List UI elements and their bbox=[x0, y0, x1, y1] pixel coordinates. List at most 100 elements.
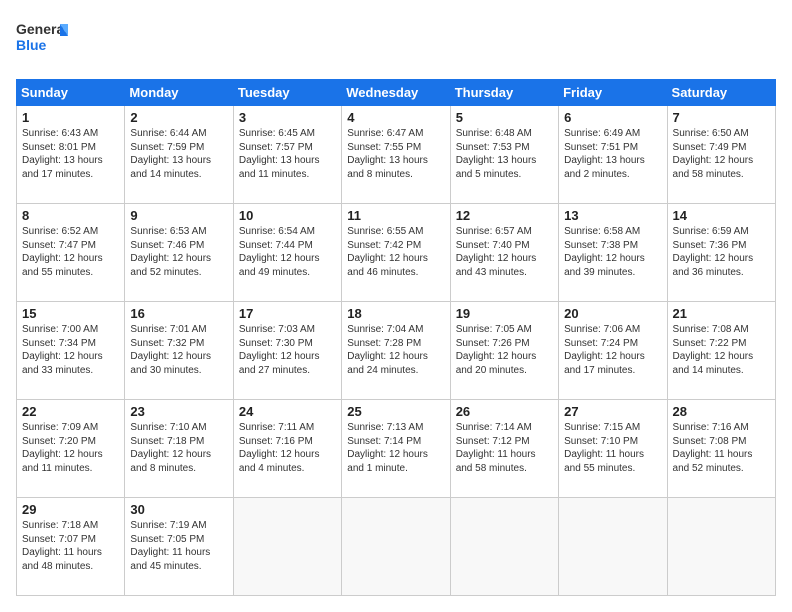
calendar-empty-cell bbox=[233, 498, 341, 596]
calendar-day-cell: 23 Sunrise: 7:10 AM Sunset: 7:18 PM Dayl… bbox=[125, 400, 233, 498]
daylight-label: Daylight: 11 hours and 45 minutes. bbox=[130, 547, 210, 572]
day-info: Sunrise: 7:03 AM Sunset: 7:30 PM Dayligh… bbox=[239, 323, 336, 377]
calendar-day-cell: 1 Sunrise: 6:43 AM Sunset: 8:01 PM Dayli… bbox=[17, 106, 125, 204]
calendar-day-cell: 17 Sunrise: 7:03 AM Sunset: 7:30 PM Dayl… bbox=[233, 302, 341, 400]
calendar-day-cell: 13 Sunrise: 6:58 AM Sunset: 7:38 PM Dayl… bbox=[559, 204, 667, 302]
daylight-label: Daylight: 12 hours and 49 minutes. bbox=[239, 253, 320, 278]
day-number: 12 bbox=[456, 208, 553, 223]
day-number: 13 bbox=[564, 208, 661, 223]
daylight-label: Daylight: 13 hours and 2 minutes. bbox=[564, 155, 645, 180]
day-info: Sunrise: 7:10 AM Sunset: 7:18 PM Dayligh… bbox=[130, 421, 227, 475]
day-number: 21 bbox=[673, 306, 770, 321]
sunrise-label: Sunrise: 6:55 AM bbox=[347, 226, 423, 237]
sunrise-label: Sunrise: 7:05 AM bbox=[456, 324, 532, 335]
sunset-label: Sunset: 7:38 PM bbox=[564, 240, 638, 251]
header-friday: Friday bbox=[559, 80, 667, 106]
calendar-week-row: 1 Sunrise: 6:43 AM Sunset: 8:01 PM Dayli… bbox=[17, 106, 776, 204]
sunset-label: Sunset: 7:26 PM bbox=[456, 338, 530, 349]
daylight-label: Daylight: 12 hours and 1 minute. bbox=[347, 449, 428, 474]
day-info: Sunrise: 7:14 AM Sunset: 7:12 PM Dayligh… bbox=[456, 421, 553, 475]
day-number: 17 bbox=[239, 306, 336, 321]
sunrise-label: Sunrise: 6:45 AM bbox=[239, 128, 315, 139]
sunrise-label: Sunrise: 6:52 AM bbox=[22, 226, 98, 237]
sunrise-label: Sunrise: 7:06 AM bbox=[564, 324, 640, 335]
calendar-header-row: Sunday Monday Tuesday Wednesday Thursday… bbox=[17, 80, 776, 106]
sunrise-label: Sunrise: 6:50 AM bbox=[673, 128, 749, 139]
sunset-label: Sunset: 7:10 PM bbox=[564, 436, 638, 447]
daylight-label: Daylight: 12 hours and 14 minutes. bbox=[673, 351, 754, 376]
sunset-label: Sunset: 7:49 PM bbox=[673, 142, 747, 153]
daylight-label: Daylight: 12 hours and 46 minutes. bbox=[347, 253, 428, 278]
day-info: Sunrise: 7:15 AM Sunset: 7:10 PM Dayligh… bbox=[564, 421, 661, 475]
day-number: 19 bbox=[456, 306, 553, 321]
sunrise-label: Sunrise: 6:59 AM bbox=[673, 226, 749, 237]
sunrise-label: Sunrise: 7:03 AM bbox=[239, 324, 315, 335]
day-info: Sunrise: 6:54 AM Sunset: 7:44 PM Dayligh… bbox=[239, 225, 336, 279]
sunset-label: Sunset: 7:30 PM bbox=[239, 338, 313, 349]
sunrise-label: Sunrise: 6:57 AM bbox=[456, 226, 532, 237]
calendar-day-cell: 10 Sunrise: 6:54 AM Sunset: 7:44 PM Dayl… bbox=[233, 204, 341, 302]
sunrise-label: Sunrise: 7:19 AM bbox=[130, 520, 206, 531]
sunrise-label: Sunrise: 7:04 AM bbox=[347, 324, 423, 335]
day-number: 24 bbox=[239, 404, 336, 419]
sunset-label: Sunset: 7:18 PM bbox=[130, 436, 204, 447]
day-number: 3 bbox=[239, 110, 336, 125]
daylight-label: Daylight: 13 hours and 11 minutes. bbox=[239, 155, 320, 180]
day-number: 22 bbox=[22, 404, 119, 419]
day-number: 28 bbox=[673, 404, 770, 419]
sunset-label: Sunset: 7:59 PM bbox=[130, 142, 204, 153]
day-number: 26 bbox=[456, 404, 553, 419]
header-monday: Monday bbox=[125, 80, 233, 106]
calendar-day-cell: 30 Sunrise: 7:19 AM Sunset: 7:05 PM Dayl… bbox=[125, 498, 233, 596]
sunrise-label: Sunrise: 6:53 AM bbox=[130, 226, 206, 237]
sunset-label: Sunset: 7:44 PM bbox=[239, 240, 313, 251]
day-info: Sunrise: 6:49 AM Sunset: 7:51 PM Dayligh… bbox=[564, 127, 661, 181]
day-number: 9 bbox=[130, 208, 227, 223]
sunset-label: Sunset: 7:36 PM bbox=[673, 240, 747, 251]
header-saturday: Saturday bbox=[667, 80, 775, 106]
sunset-label: Sunset: 7:55 PM bbox=[347, 142, 421, 153]
day-info: Sunrise: 7:11 AM Sunset: 7:16 PM Dayligh… bbox=[239, 421, 336, 475]
daylight-label: Daylight: 13 hours and 8 minutes. bbox=[347, 155, 428, 180]
daylight-label: Daylight: 11 hours and 48 minutes. bbox=[22, 547, 102, 572]
daylight-label: Daylight: 12 hours and 27 minutes. bbox=[239, 351, 320, 376]
day-info: Sunrise: 7:01 AM Sunset: 7:32 PM Dayligh… bbox=[130, 323, 227, 377]
sunrise-label: Sunrise: 7:18 AM bbox=[22, 520, 98, 531]
sunrise-label: Sunrise: 7:01 AM bbox=[130, 324, 206, 335]
day-info: Sunrise: 7:08 AM Sunset: 7:22 PM Dayligh… bbox=[673, 323, 770, 377]
daylight-label: Daylight: 12 hours and 33 minutes. bbox=[22, 351, 103, 376]
calendar-day-cell: 19 Sunrise: 7:05 AM Sunset: 7:26 PM Dayl… bbox=[450, 302, 558, 400]
calendar-day-cell: 3 Sunrise: 6:45 AM Sunset: 7:57 PM Dayli… bbox=[233, 106, 341, 204]
sunrise-label: Sunrise: 7:00 AM bbox=[22, 324, 98, 335]
header-thursday: Thursday bbox=[450, 80, 558, 106]
sunrise-label: Sunrise: 7:14 AM bbox=[456, 422, 532, 433]
day-number: 27 bbox=[564, 404, 661, 419]
daylight-label: Daylight: 12 hours and 52 minutes. bbox=[130, 253, 211, 278]
calendar-empty-cell bbox=[667, 498, 775, 596]
daylight-label: Daylight: 12 hours and 36 minutes. bbox=[673, 253, 754, 278]
day-number: 30 bbox=[130, 502, 227, 517]
day-number: 16 bbox=[130, 306, 227, 321]
calendar-day-cell: 2 Sunrise: 6:44 AM Sunset: 7:59 PM Dayli… bbox=[125, 106, 233, 204]
calendar-day-cell: 12 Sunrise: 6:57 AM Sunset: 7:40 PM Dayl… bbox=[450, 204, 558, 302]
day-number: 23 bbox=[130, 404, 227, 419]
day-info: Sunrise: 7:00 AM Sunset: 7:34 PM Dayligh… bbox=[22, 323, 119, 377]
calendar-day-cell: 5 Sunrise: 6:48 AM Sunset: 7:53 PM Dayli… bbox=[450, 106, 558, 204]
logo: General Blue bbox=[16, 16, 68, 69]
sunrise-label: Sunrise: 7:10 AM bbox=[130, 422, 206, 433]
day-info: Sunrise: 7:09 AM Sunset: 7:20 PM Dayligh… bbox=[22, 421, 119, 475]
sunset-label: Sunset: 8:01 PM bbox=[22, 142, 96, 153]
sunset-label: Sunset: 7:07 PM bbox=[22, 534, 96, 545]
day-number: 18 bbox=[347, 306, 444, 321]
day-info: Sunrise: 6:59 AM Sunset: 7:36 PM Dayligh… bbox=[673, 225, 770, 279]
sunset-label: Sunset: 7:57 PM bbox=[239, 142, 313, 153]
sunrise-label: Sunrise: 7:16 AM bbox=[673, 422, 749, 433]
daylight-label: Daylight: 12 hours and 4 minutes. bbox=[239, 449, 320, 474]
sunset-label: Sunset: 7:28 PM bbox=[347, 338, 421, 349]
sunset-label: Sunset: 7:34 PM bbox=[22, 338, 96, 349]
day-number: 15 bbox=[22, 306, 119, 321]
calendar-day-cell: 26 Sunrise: 7:14 AM Sunset: 7:12 PM Dayl… bbox=[450, 400, 558, 498]
calendar-day-cell: 8 Sunrise: 6:52 AM Sunset: 7:47 PM Dayli… bbox=[17, 204, 125, 302]
day-number: 29 bbox=[22, 502, 119, 517]
day-info: Sunrise: 6:50 AM Sunset: 7:49 PM Dayligh… bbox=[673, 127, 770, 181]
